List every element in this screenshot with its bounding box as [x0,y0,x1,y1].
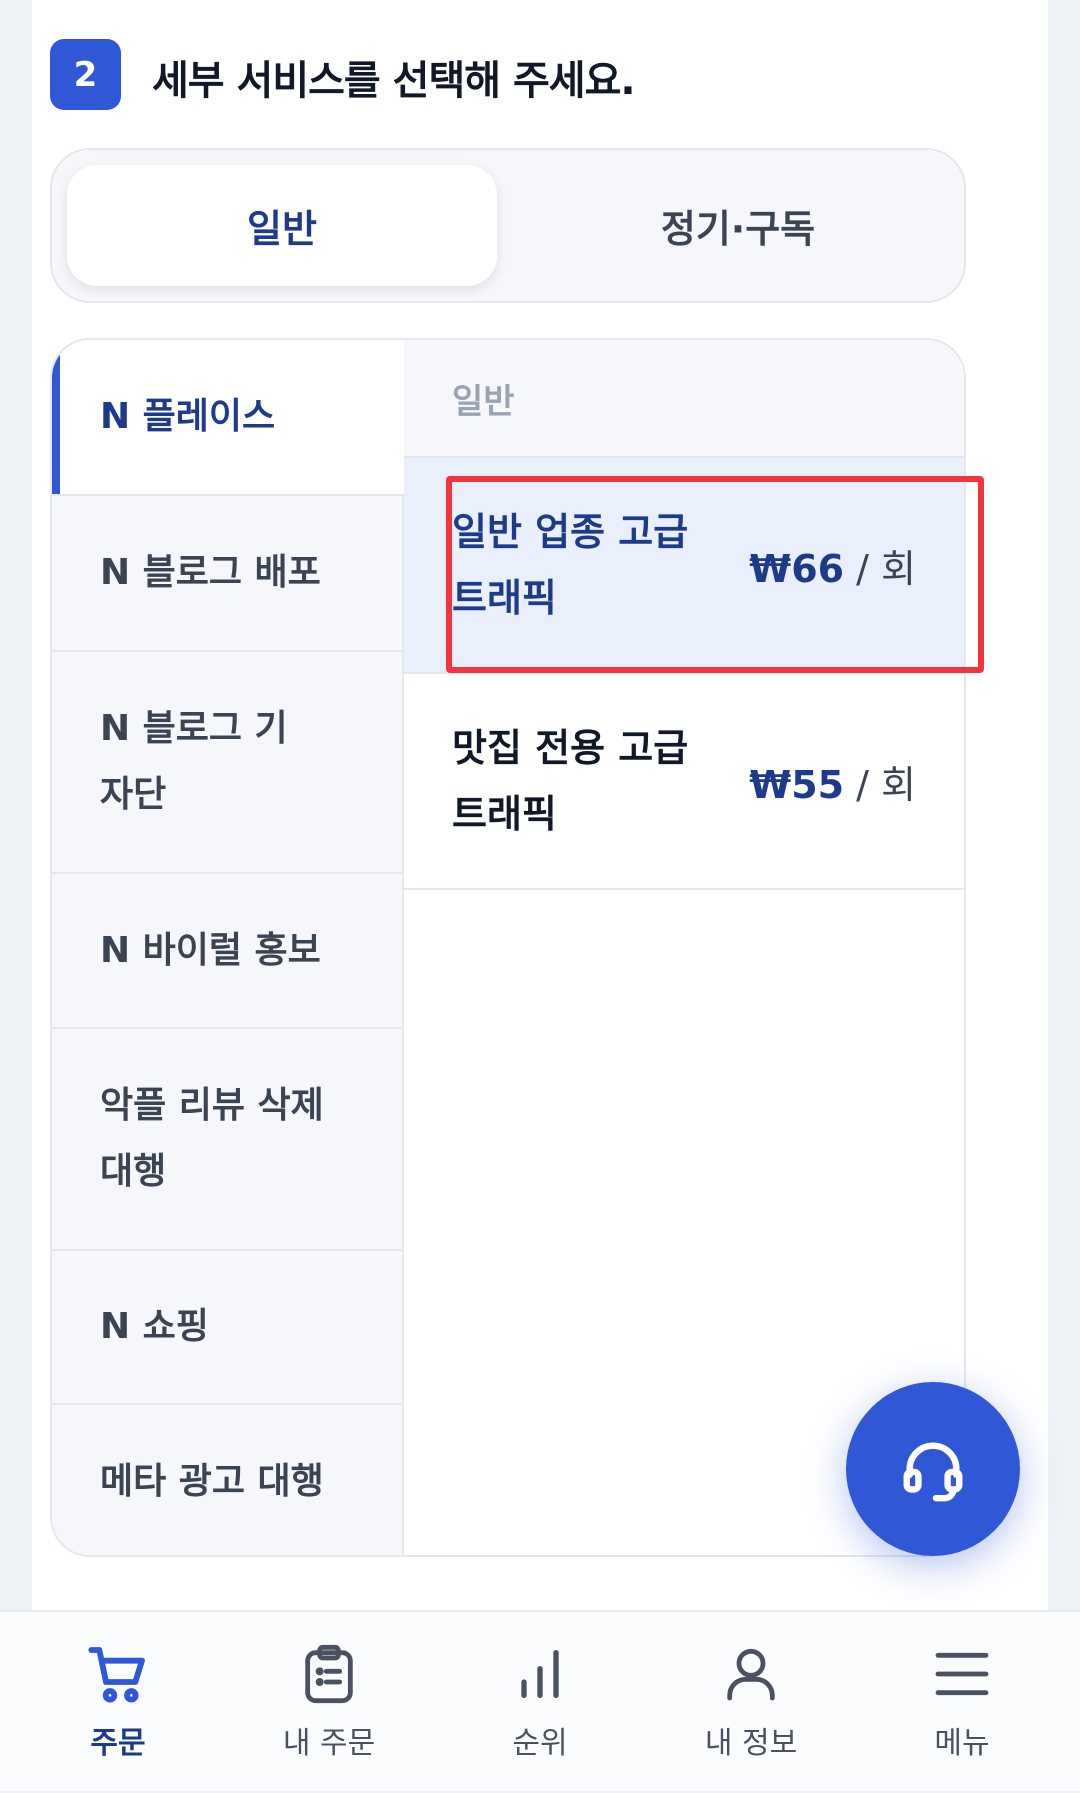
price-unit: / 회 [844,762,916,807]
headset-icon [903,1442,963,1502]
service-type-tabs: 일반 정기·구독 [50,148,966,303]
category-item-n-shopping[interactable]: N 쇼핑 [52,1251,404,1405]
category-label: N 바이럴 홍보 [100,929,321,971]
service-name: 맛집 전용 고급 트래픽 [452,726,689,836]
cart-icon [88,1647,145,1703]
nav-menu[interactable]: 메뉴 [854,1612,1070,1793]
price-unit: / 회 [844,546,916,591]
category-label: N 플레이스 [100,396,276,437]
nav-label: 순위 [512,1726,568,1761]
service-selection-panel: N 플레이스 N 블로그 배포 N 블로그 기자단 N 바이럴 홍보 악플 리뷰… [50,338,966,1557]
price-amount: ₩66 [749,546,845,591]
nav-label: 메뉴 [934,1726,990,1761]
category-label: N 쇼핑 [100,1306,209,1347]
service-item-restaurant-traffic[interactable]: 맛집 전용 고급 트래픽 ₩55 / 회 [404,674,964,890]
category-item-n-blog-deploy[interactable]: N 블로그 배포 [52,496,404,652]
user-icon [727,1648,775,1701]
service-name: 일반 업종 고급 트래픽 [452,510,689,620]
nav-label: 내 정보 [704,1726,798,1761]
service-item-general-traffic[interactable]: 일반 업종 고급 트래픽 ₩66 / 회 [404,458,964,674]
category-label: N 블로그 기자단 [100,708,288,815]
service-group-header: 일반 [404,340,964,458]
category-label: 악플 리뷰 삭제 대행 [100,1085,324,1192]
nav-my-info[interactable]: 내 정보 [643,1612,859,1793]
service-price: ₩66 / 회 [749,538,916,593]
category-item-review-removal[interactable]: 악플 리뷰 삭제 대행 [52,1029,404,1251]
bar-chart-icon [521,1650,559,1698]
step-title: 세부 서비스를 선택해 주세요. [152,58,636,104]
category-label: N 블로그 배포 [100,552,321,593]
category-list: N 플레이스 N 블로그 배포 N 블로그 기자단 N 바이럴 홍보 악플 리뷰… [52,340,404,1555]
nav-label: 주문 [90,1726,146,1761]
step-number-badge: 2 [50,39,121,110]
tab-subscription[interactable]: 정기·구독 [523,165,953,286]
menu-icon [935,1652,989,1696]
nav-label: 내 주문 [282,1726,376,1761]
category-item-n-viral[interactable]: N 바이럴 홍보 [52,874,404,1029]
tab-general[interactable]: 일반 [67,165,497,286]
service-price: ₩55 / 회 [749,754,916,809]
category-item-meta-ads[interactable]: 메타 광고 대행 [52,1405,404,1555]
nav-ranking[interactable]: 순위 [432,1612,648,1793]
clipboard-icon [305,1644,353,1704]
support-chat-button[interactable] [846,1382,1020,1556]
nav-order[interactable]: 주문 [10,1612,226,1793]
category-label: 메타 광고 대행 [100,1461,324,1502]
category-item-n-blog-reporters[interactable]: N 블로그 기자단 [52,652,404,874]
bottom-navigation: 주문 내 주문 순위 내 정보 메뉴 [0,1610,1080,1791]
nav-my-orders[interactable]: 내 주문 [221,1612,437,1793]
price-amount: ₩55 [749,762,845,807]
category-item-n-place[interactable]: N 플레이스 [52,340,404,496]
